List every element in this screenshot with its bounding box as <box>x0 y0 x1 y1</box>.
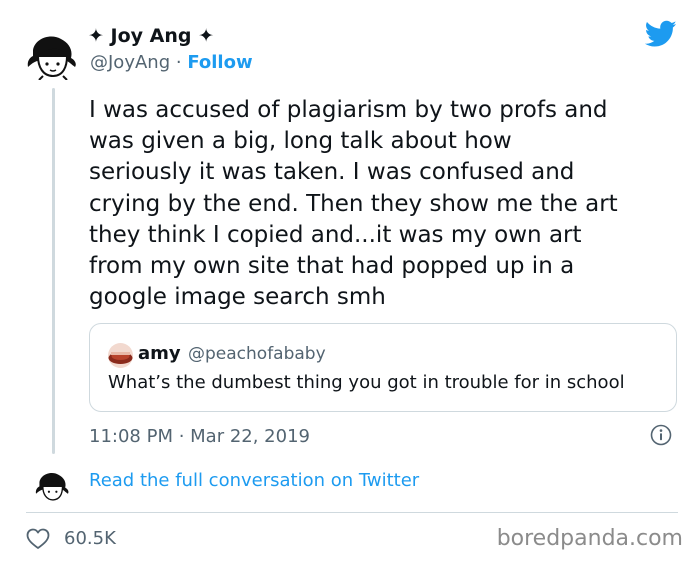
quoted-tweet-text: What’s the dumbest thing you got in trou… <box>108 372 625 393</box>
author-avatar[interactable] <box>25 34 81 81</box>
info-icon[interactable] <box>650 424 672 446</box>
divider <box>26 512 678 513</box>
author-name[interactable]: ✦ Joy Ang ✦ <box>88 25 214 47</box>
tweet-line: was given a big, long talk about how <box>89 128 512 155</box>
quoted-avatar[interactable] <box>108 343 133 368</box>
tweet-line: from my own site that had popped up in a <box>89 253 575 280</box>
tweet-line: I was accused of plagiarism by two profs… <box>89 97 608 123</box>
twitter-bird-icon[interactable] <box>644 20 677 48</box>
separator-dot: · <box>175 52 182 73</box>
author-meta: @JoyAng · Follow <box>90 52 253 73</box>
watermark: boredpanda.com <box>496 526 683 551</box>
like-count: 60.5K <box>64 528 116 549</box>
tweet-line: seriously it was taken. I was confused a… <box>89 159 575 186</box>
tweet-line: google image search smh <box>89 284 386 311</box>
tweet-line: they think I copied and...it was my own … <box>89 221 582 248</box>
heart-icon[interactable] <box>26 528 50 550</box>
author-handle[interactable]: @JoyAng <box>90 52 170 73</box>
quoted-author-handle[interactable]: @peachofababy <box>188 344 326 364</box>
tweet-line: crying by the end. Then they show me the… <box>89 190 618 217</box>
follow-button[interactable]: Follow <box>187 52 252 73</box>
quoted-tweet[interactable]: amy @peachofababy What’s the dumbest thi… <box>89 323 677 412</box>
quoted-author-name[interactable]: amy <box>138 343 181 364</box>
tweet-text: I was accused of plagiarism by two profs… <box>89 95 689 313</box>
thread-line <box>52 88 55 454</box>
conversation-avatar[interactable] <box>34 469 72 505</box>
read-conversation-link[interactable]: Read the full conversation on Twitter <box>89 470 419 491</box>
tweet-timestamp[interactable]: 11:08 PM · Mar 22, 2019 <box>89 426 310 447</box>
tweet-card: ✦ Joy Ang ✦ @JoyAng · Follow I was accus… <box>0 0 700 565</box>
